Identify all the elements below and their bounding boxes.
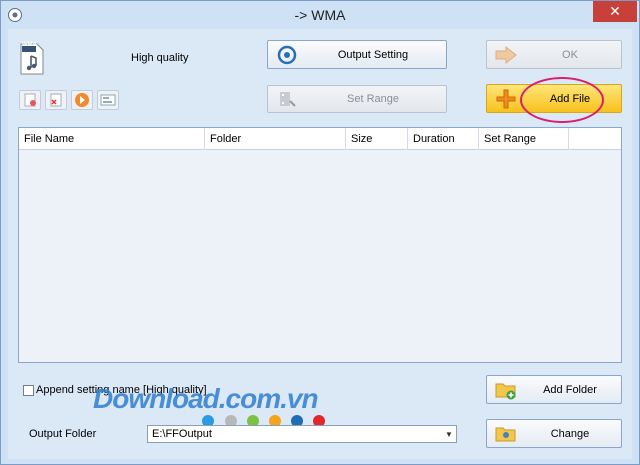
ok-button[interactable]: OK [486, 40, 622, 69]
add-folder-button[interactable]: Add Folder [486, 375, 622, 404]
close-icon: ✕ [609, 3, 621, 19]
plus-icon [496, 89, 516, 108]
output-setting-button[interactable]: Output Setting [267, 40, 447, 69]
change-folder-button[interactable]: Change [486, 419, 622, 448]
play-icon [75, 93, 89, 107]
window-title: -> WMA [294, 7, 346, 23]
clear-list-icon [24, 93, 36, 107]
wma-badge-text: WMA [22, 42, 37, 48]
output-folder-path: E:\FFOutput [152, 428, 212, 440]
film-range-icon [280, 92, 296, 107]
highlight-ring [520, 77, 604, 123]
column-folder[interactable]: Folder [205, 128, 346, 150]
title-bar: -> WMA ✕ [1, 1, 639, 29]
remove-icon [50, 93, 62, 107]
table-header: File Name Folder Size Duration Set Range [19, 128, 621, 150]
set-range-button[interactable]: Set Range [267, 85, 447, 113]
add-folder-label: Add Folder [543, 383, 597, 396]
file-list-table[interactable]: File Name Folder Size Duration Set Range [18, 127, 622, 363]
change-label: Change [550, 427, 590, 440]
output-setting-label: Output Setting [337, 48, 409, 61]
append-setting-checkbox[interactable] [23, 385, 34, 396]
media-info-button[interactable] [97, 90, 119, 110]
play-file-button[interactable] [71, 90, 93, 110]
column-size[interactable]: Size [346, 128, 408, 150]
set-range-label: Set Range [347, 93, 399, 105]
arrow-right-icon [495, 45, 517, 64]
close-button[interactable]: ✕ [593, 1, 637, 22]
download-watermark: Download.com.vn [93, 383, 319, 414]
ok-label: OK [562, 48, 578, 61]
clear-list-button[interactable] [19, 90, 41, 110]
remove-file-button[interactable] [45, 90, 67, 110]
column-filler [569, 128, 621, 150]
converter-window: -> WMA ✕ WMA High quality Output Setting… [0, 0, 640, 465]
change-folder-icon [495, 427, 516, 441]
column-set-range[interactable]: Set Range [479, 128, 569, 150]
column-file-name[interactable]: File Name [19, 128, 205, 150]
output-folder-select[interactable]: E:\FFOutput ▼ [147, 425, 457, 443]
info-icon [100, 94, 116, 106]
add-folder-icon [495, 383, 516, 399]
column-duration[interactable]: Duration [408, 128, 479, 150]
chevron-down-icon[interactable]: ▼ [442, 426, 456, 442]
quality-label: High quality [131, 52, 189, 64]
output-folder-label: Output Folder [29, 428, 97, 440]
output-setting-icon [277, 45, 297, 64]
